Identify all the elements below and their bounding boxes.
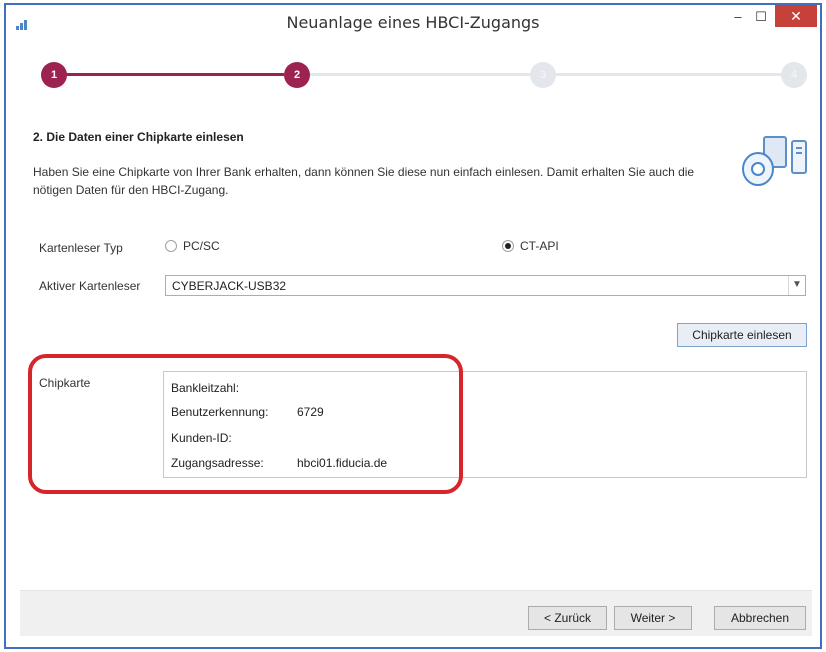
read-chipcard-button[interactable]: Chipkarte einlesen — [677, 323, 807, 347]
card-reader-icon — [742, 133, 812, 189]
radio-ctapi-circle[interactable] — [502, 240, 514, 252]
close-button[interactable]: ✕ — [775, 5, 817, 27]
next-button[interactable]: Weiter > — [614, 606, 692, 630]
section-title: 2. Die Daten einer Chipkarte einlesen — [33, 130, 244, 144]
radio-ctapi[interactable]: CT-API — [502, 239, 559, 253]
title-bar: Neuanlage eines HBCI-Zugangs – ☐ ✕ — [6, 5, 820, 39]
step-2: 2 — [284, 62, 310, 88]
reader-type-label: Kartenleser Typ — [39, 241, 123, 255]
radio-ctapi-label: CT-API — [520, 239, 559, 253]
active-reader-select[interactable]: CYBERJACK-USB32 ▼ — [165, 275, 806, 296]
step-1: 1 — [41, 62, 67, 88]
highlight-annotation — [28, 354, 463, 494]
active-reader-value: CYBERJACK-USB32 — [172, 279, 287, 293]
section-description: Haben Sie eine Chipkarte von Ihrer Bank … — [33, 165, 695, 197]
footer-bar — [20, 591, 812, 636]
radio-pcsc-label: PC/SC — [183, 239, 220, 253]
maximize-button[interactable]: ☐ — [751, 9, 771, 31]
window-title: Neuanlage eines HBCI-Zugangs — [286, 13, 540, 32]
active-reader-label: Aktiver Kartenleser — [39, 279, 141, 293]
minimize-button[interactable]: – — [728, 9, 748, 31]
radio-pcsc[interactable]: PC/SC — [165, 239, 220, 253]
chevron-down-icon[interactable]: ▼ — [788, 276, 805, 295]
step-progress-active — [44, 73, 284, 76]
step-3: 3 — [530, 62, 556, 88]
cancel-button[interactable]: Abbrechen — [714, 606, 806, 630]
radio-pcsc-circle[interactable] — [165, 240, 177, 252]
back-button[interactable]: < Zurück — [528, 606, 607, 630]
step-4: 4 — [781, 62, 807, 88]
